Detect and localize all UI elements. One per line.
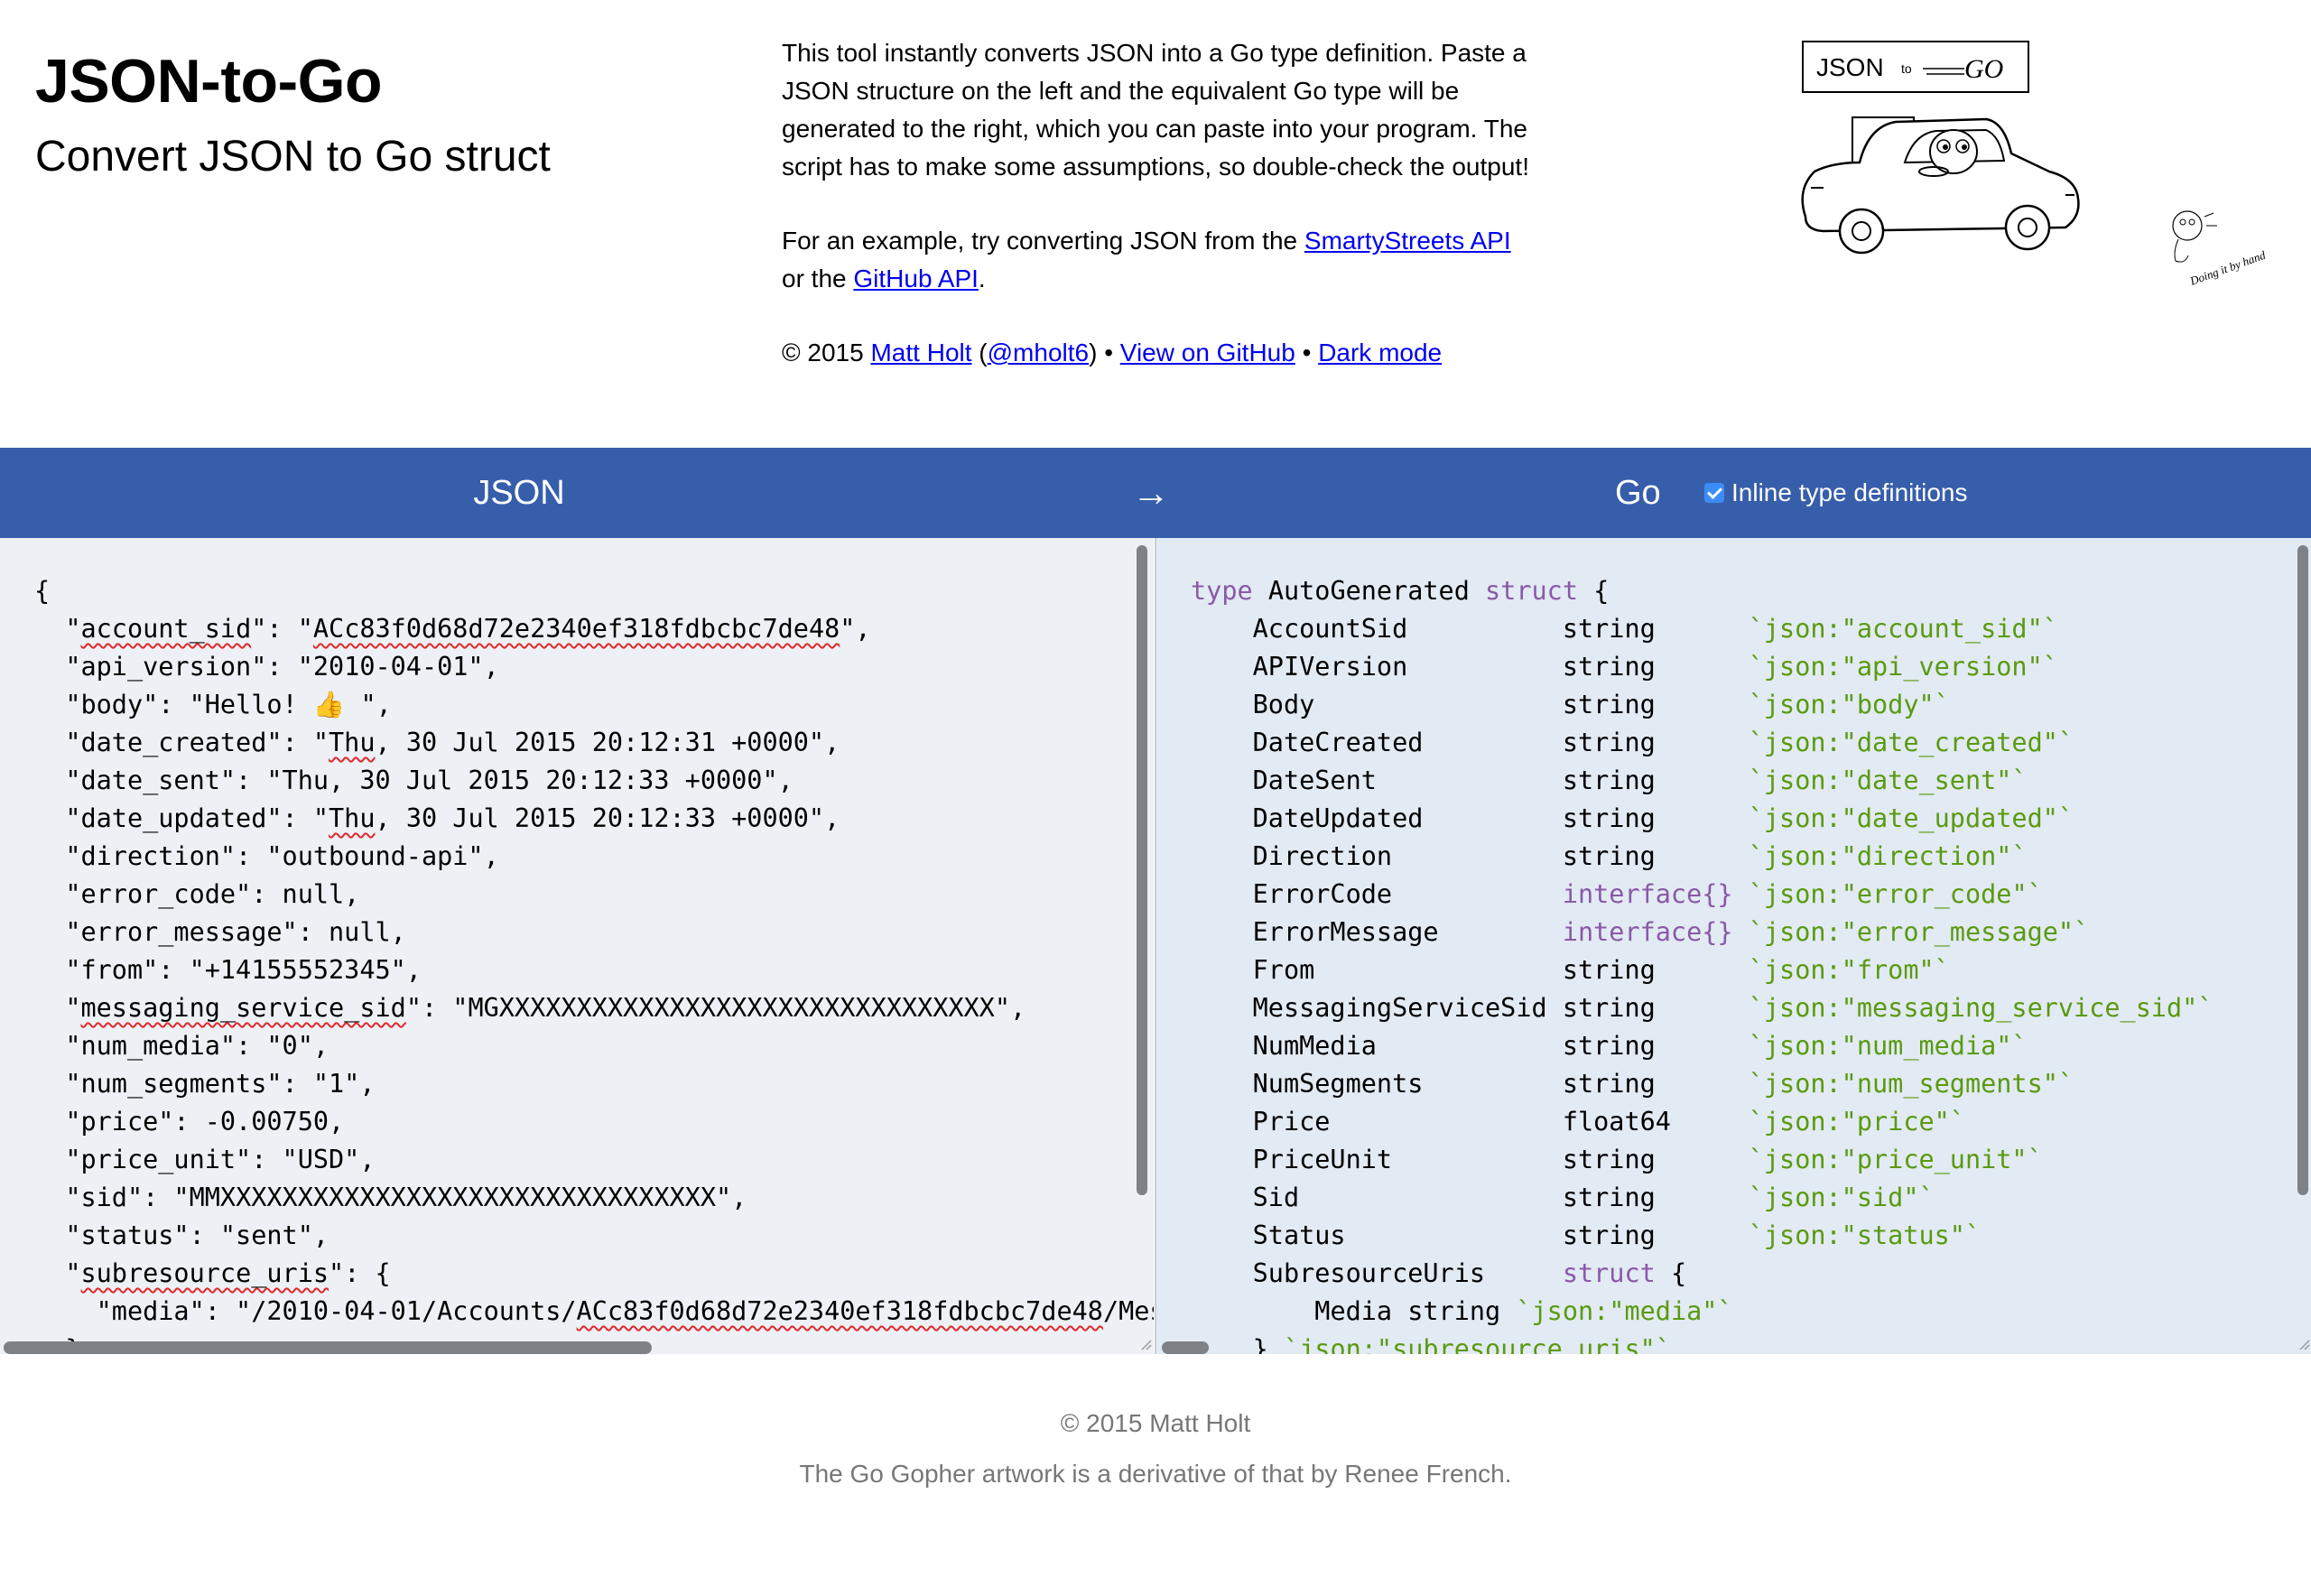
go-field-tag: `json:"date_updated"`: [1748, 803, 2074, 833]
go-field-tag: `json:"sid"`: [1748, 1183, 1935, 1212]
paren-open: (: [971, 339, 988, 367]
footer: © 2015 Matt Holt The Go Gopher artwork i…: [0, 1408, 2311, 1509]
twitter-link[interactable]: @mholt6: [988, 339, 1089, 367]
dark-mode-link[interactable]: Dark mode: [1318, 339, 1442, 367]
go-field-tag: `json:"num_segments"`: [1748, 1069, 2074, 1099]
go-field-tag: `json:"direction"`: [1748, 841, 2028, 871]
go-field-name: Body: [1252, 690, 1315, 719]
gopher-car-illustration: JSON to GO Doing it by hand: [1801, 41, 2268, 289]
copyright-prefix: © 2015: [782, 339, 871, 367]
description-block: This tool instantly converts JSON into a…: [782, 34, 1531, 408]
go-field-tag: `json:"price"`: [1748, 1107, 1965, 1137]
go-field-tag: `json:"api_version"`: [1748, 652, 2058, 682]
go-field-type: string: [1562, 1183, 1656, 1212]
go-field-type: string: [1562, 728, 1656, 757]
go-field-type: string: [1562, 1220, 1656, 1250]
go-output-editor[interactable]: type AutoGenerated struct { AccountSid s…: [1155, 538, 2311, 1354]
go-field-name: MessagingServiceSid: [1252, 993, 1547, 1023]
go-field-type: string: [1562, 690, 1656, 719]
json-input-editor[interactable]: { "account_sid": "ACc83f0d68d72e2340ef31…: [0, 538, 1154, 1354]
go-field-tag: `json:"body"`: [1748, 690, 1950, 719]
resize-grip-icon[interactable]: [1137, 1336, 1152, 1350]
example-text: For an example, try converting JSON from…: [782, 222, 1531, 298]
page-subtitle: Convert JSON to Go struct: [35, 133, 551, 181]
go-field-type: interface{}: [1562, 879, 1733, 909]
sign-to-text: to: [1901, 61, 1912, 76]
go-field-name: ErrorMessage: [1252, 917, 1439, 947]
go-field-type: string: [1562, 841, 1656, 871]
go-field-type: string: [1562, 1031, 1656, 1061]
checkbox-checked-icon[interactable]: [1704, 483, 1724, 503]
footer-copyright: © 2015 Matt Holt: [1060, 1409, 1251, 1437]
go-output-code[interactable]: type AutoGenerated struct { AccountSid s…: [1191, 572, 2214, 1354]
go-field-name: From: [1252, 955, 1315, 985]
example-mid: or the: [782, 264, 854, 292]
go-field-tag: `json:"messaging_service_sid"`: [1748, 993, 2214, 1023]
go-field-tag: `json:"status"`: [1748, 1220, 1982, 1250]
resize-grip-icon[interactable]: [2296, 1336, 2310, 1350]
go-field-tag: `json:"from"`: [1748, 955, 1950, 985]
example-prefix: For an example, try converting JSON from…: [782, 227, 1304, 255]
go-field-tag: `json:"num_media"`: [1748, 1031, 2028, 1061]
go-field-name: Status: [1252, 1220, 1346, 1250]
go-field-type: interface{}: [1562, 917, 1733, 947]
author-link[interactable]: Matt Holt: [870, 339, 971, 367]
go-field-type: float64: [1562, 1107, 1671, 1137]
smartystreets-api-link[interactable]: SmartyStreets API: [1304, 227, 1511, 255]
footer-credit: The Go Gopher artwork is a derivative of…: [799, 1460, 1512, 1488]
go-field-tag: `json:"error_message"`: [1748, 917, 2090, 947]
go-field-name: Sid: [1252, 1183, 1300, 1212]
go-horizontal-scrollbar[interactable]: [1162, 1341, 1209, 1354]
sign-go-text: GO: [1964, 54, 2003, 84]
inline-type-definitions-toggle[interactable]: Inline type definitions: [1704, 475, 1968, 511]
go-field-name: DateSent: [1252, 766, 1377, 795]
go-field-name: AccountSid: [1252, 614, 1408, 644]
json-pane-label: JSON: [473, 474, 565, 512]
go-field-name: NumMedia: [1252, 1031, 1377, 1061]
paren-close: ) •: [1089, 339, 1120, 367]
go-field-tag: `json:"error_code"`: [1748, 879, 2043, 909]
doing-by-hand-caption: Doing it by hand: [2187, 248, 2268, 289]
github-api-link[interactable]: GitHub API: [853, 264, 979, 292]
go-field-tag: `json:"date_sent"`: [1748, 766, 2028, 795]
inline-type-definitions-label: Inline type definitions: [1731, 478, 1968, 506]
go-field-type: string: [1562, 1145, 1656, 1174]
go-pane-label: Go: [1615, 474, 1661, 512]
go-field-type: string: [1562, 766, 1656, 795]
go-field-tag: `json:"account_sid"`: [1748, 614, 2058, 644]
go-field-name: Price: [1252, 1107, 1331, 1137]
brand: JSON-to-Go Convert JSON to Go struct: [35, 42, 551, 193]
go-field-type: string: [1562, 803, 1656, 833]
sign-json-text: JSON: [1816, 53, 1884, 81]
go-field-type: string: [1562, 993, 1656, 1023]
credits-line: © 2015 Matt Holt (@mholt6) • View on Git…: [782, 334, 1531, 372]
go-field-type: string: [1562, 1069, 1656, 1099]
go-field-tag: `json:"date_created"`: [1748, 728, 2074, 757]
go-field-name: APIVersion: [1252, 652, 1408, 682]
bullet-separator: •: [1295, 339, 1319, 367]
go-field-type: string: [1562, 614, 1656, 644]
go-field-name: NumSegments: [1252, 1069, 1424, 1099]
go-vertical-scrollbar[interactable]: [2297, 545, 2308, 1195]
go-field-name: PriceUnit: [1252, 1145, 1393, 1174]
go-field-tag: `json:"price_unit"`: [1748, 1145, 2043, 1174]
view-on-github-link[interactable]: View on GitHub: [1120, 339, 1295, 367]
go-field-name: ErrorCode: [1252, 879, 1393, 909]
arrow-right-icon: →: [1132, 471, 1170, 514]
converter-bar: JSON → Go Inline type definitions: [0, 448, 2311, 538]
go-field-name: Direction: [1252, 841, 1393, 871]
go-field-type: string: [1562, 955, 1656, 985]
json-vertical-scrollbar[interactable]: [1137, 545, 1147, 1195]
description-text: This tool instantly converts JSON into a…: [782, 39, 1529, 181]
json-input-code[interactable]: { "account_sid": "ACc83f0d68d72e2340ef31…: [34, 572, 1154, 1354]
go-field-type: string: [1562, 652, 1656, 682]
page-title: JSON-to-Go: [35, 47, 383, 116]
go-field-name: DateUpdated: [1252, 803, 1424, 833]
json-horizontal-scrollbar[interactable]: [4, 1341, 652, 1354]
go-field-name: DateCreated: [1252, 728, 1424, 757]
header: JSON-to-Go Convert JSON to Go struct Thi…: [0, 0, 2311, 448]
example-suffix: .: [978, 264, 986, 292]
